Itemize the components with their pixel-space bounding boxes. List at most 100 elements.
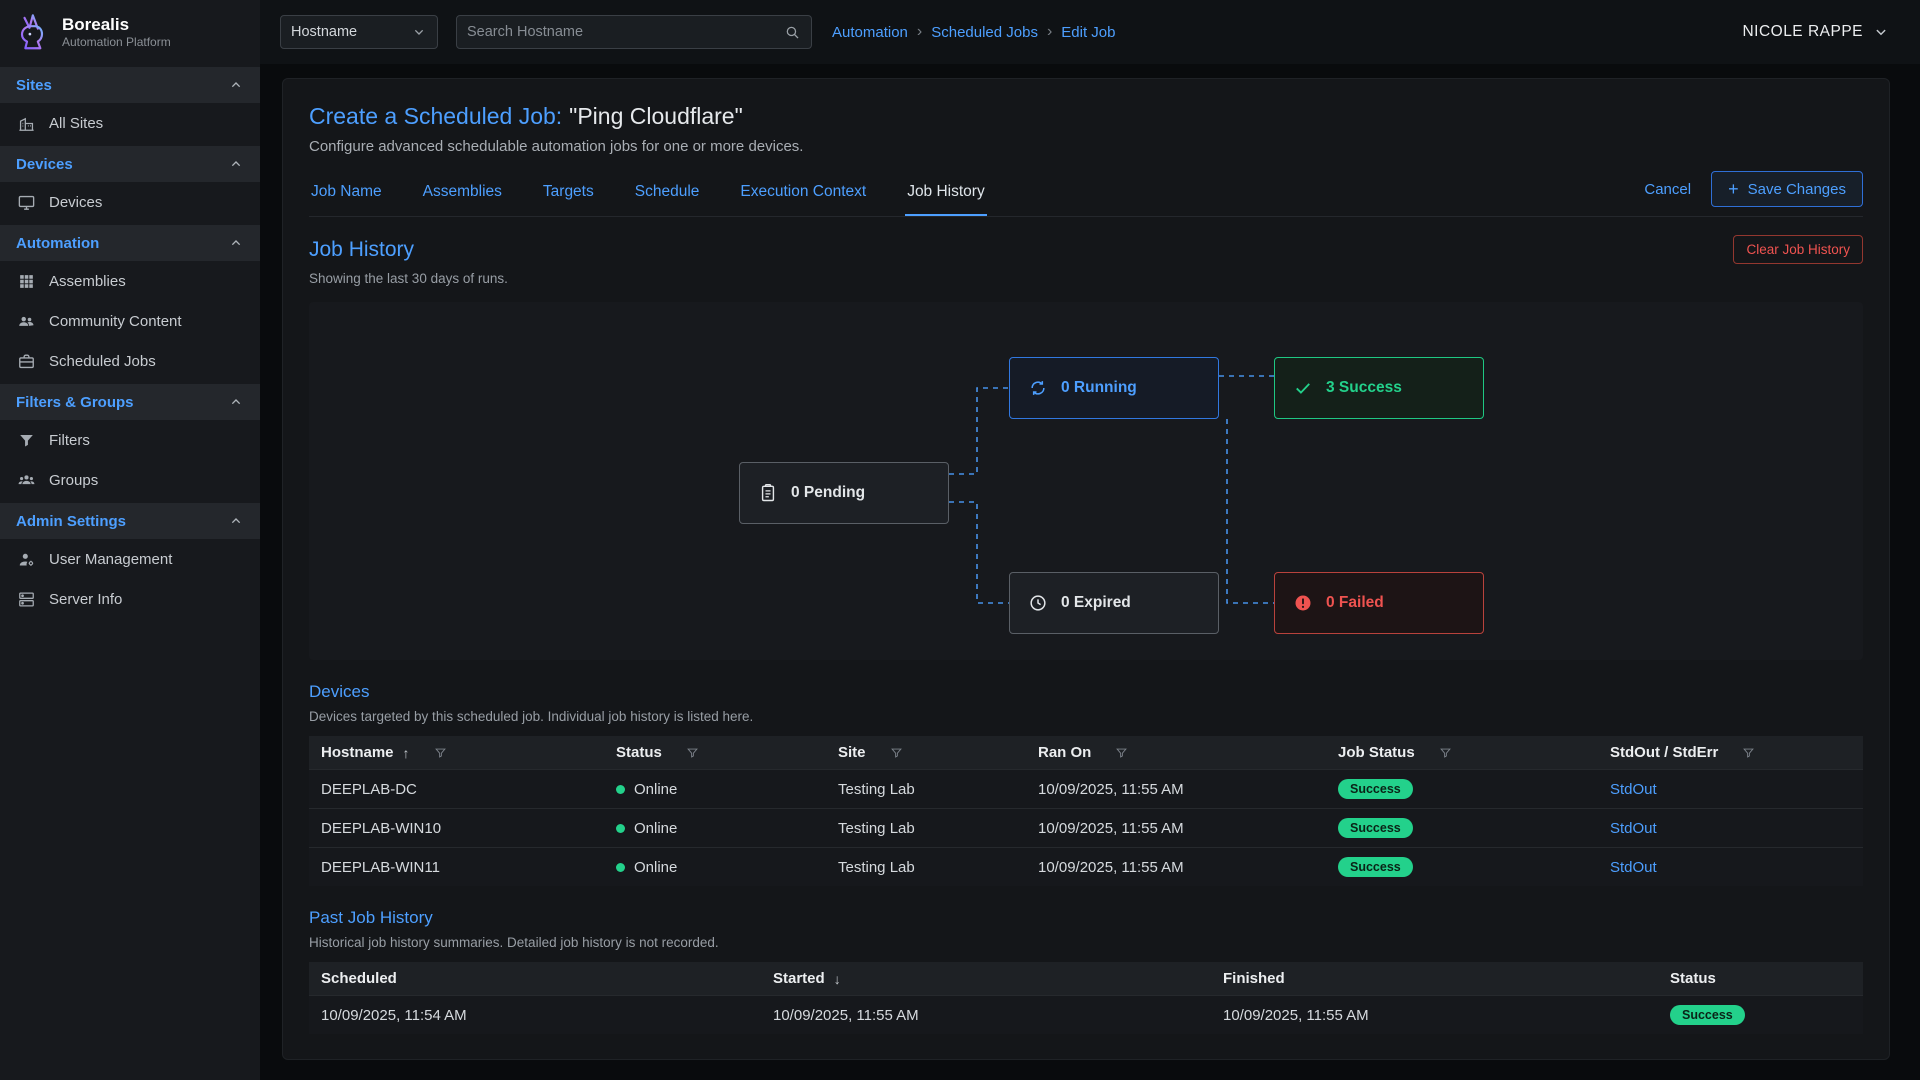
status-text: Online <box>634 859 677 876</box>
column-filter-icon[interactable] <box>685 745 700 760</box>
column-filter-icon[interactable] <box>1114 745 1129 760</box>
flow-node-success[interactable]: 3 Success <box>1274 357 1484 419</box>
column-header-job-status[interactable]: Job Status <box>1326 736 1598 770</box>
column-filter-icon[interactable] <box>433 745 448 760</box>
sidebar-item-user-management[interactable]: User Management <box>0 539 260 579</box>
flow-node-expired[interactable]: 0 Expired <box>1009 572 1219 634</box>
sidebar-section-filters-groups[interactable]: Filters & Groups <box>0 384 260 420</box>
edit-job-panel: Create a Scheduled Job:"Ping Cloudflare"… <box>282 78 1890 1060</box>
column-label: Hostname <box>321 744 394 761</box>
sort-descending-icon[interactable]: ↓ <box>834 971 841 987</box>
tab-targets[interactable]: Targets <box>541 173 596 216</box>
column-filter-icon[interactable] <box>1741 745 1756 760</box>
cell-site: Testing Lab <box>826 809 1026 848</box>
groups-icon <box>17 471 36 490</box>
hostname-select-value: Hostname <box>291 24 357 40</box>
cell-site: Testing Lab <box>826 848 1026 887</box>
tab-job-history[interactable]: Job History <box>905 173 987 216</box>
sidebar-item-label: All Sites <box>49 115 103 132</box>
table-row[interactable]: 10/09/2025, 11:54 AM 10/09/2025, 11:55 A… <box>309 996 1863 1035</box>
sidebar-item-scheduled-jobs[interactable]: Scheduled Jobs <box>0 341 260 381</box>
breadcrumb-edit-job[interactable]: Edit Job <box>1061 24 1115 41</box>
column-header-finished[interactable]: Finished <box>1211 962 1658 996</box>
save-changes-label: Save Changes <box>1748 181 1846 198</box>
column-header-scheduled[interactable]: Scheduled <box>309 962 761 996</box>
chevron-up-icon <box>228 156 244 172</box>
column-header-status[interactable]: Status <box>604 736 826 770</box>
tab-job-name[interactable]: Job Name <box>309 173 384 216</box>
flow-node-failed[interactable]: 0 Failed <box>1274 572 1484 634</box>
column-label: Ran On <box>1038 744 1091 761</box>
sidebar-item-groups[interactable]: Groups <box>0 460 260 500</box>
tab-execution-context[interactable]: Execution Context <box>738 173 868 216</box>
briefcase-icon <box>17 352 36 371</box>
chevron-down-icon <box>411 24 427 40</box>
table-row[interactable]: DEEPLAB-WIN11 Online Testing Lab 10/09/2… <box>309 848 1863 887</box>
page-content: Create a Scheduled Job:"Ping Cloudflare"… <box>260 64 1920 1080</box>
sidebar-section-devices[interactable]: Devices <box>0 146 260 182</box>
cell-ran-on: 10/09/2025, 11:55 AM <box>1026 848 1326 887</box>
flow-node-label: 0 Pending <box>791 484 865 502</box>
column-header-started[interactable]: Started↓ <box>761 962 1211 996</box>
page-title-prefix: Create a Scheduled Job: <box>309 103 562 129</box>
sidebar-item-all-sites[interactable]: All Sites <box>0 103 260 143</box>
sidebar-item-community-content[interactable]: Community Content <box>0 301 260 341</box>
column-header-hostname[interactable]: Hostname ↑ <box>309 736 604 770</box>
sidebar-item-assemblies[interactable]: Assemblies <box>0 261 260 301</box>
table-row[interactable]: DEEPLAB-DC Online Testing Lab 10/09/2025… <box>309 770 1863 809</box>
server-icon <box>17 590 36 609</box>
devices-subtext: Devices targeted by this scheduled job. … <box>309 709 1863 724</box>
sort-ascending-icon[interactable]: ↑ <box>403 745 410 761</box>
flow-node-pending[interactable]: 0 Pending <box>739 462 949 524</box>
sidebar-item-label: User Management <box>49 551 172 568</box>
hostname-searchbox <box>456 15 812 49</box>
sidebar-item-devices[interactable]: Devices <box>0 182 260 222</box>
column-filter-icon[interactable] <box>889 745 904 760</box>
table-row[interactable]: DEEPLAB-WIN10 Online Testing Lab 10/09/2… <box>309 809 1863 848</box>
sidebar-item-label: Assemblies <box>49 273 126 290</box>
status-badge: Success <box>1338 779 1413 799</box>
sidebar-item-label: Devices <box>49 194 102 211</box>
plus-icon: + <box>1728 180 1739 198</box>
cancel-button[interactable]: Cancel <box>1644 181 1691 198</box>
topbar: Hostname Automation › Scheduled Jobs › E… <box>260 0 1920 64</box>
sidebar-section-label: Sites <box>16 77 52 94</box>
sidebar-section-sites[interactable]: Sites <box>0 67 260 103</box>
hostname-select[interactable]: Hostname <box>280 15 438 49</box>
sidebar-item-server-info[interactable]: Server Info <box>0 579 260 619</box>
cell-ran-on: 10/09/2025, 11:55 AM <box>1026 809 1326 848</box>
column-label: Scheduled <box>321 970 397 987</box>
sidebar-item-label: Groups <box>49 472 98 489</box>
column-filter-icon[interactable] <box>1438 745 1453 760</box>
cell-job-status: Success <box>1326 770 1598 809</box>
job-history-section-head: Job History Clear Job History <box>309 235 1863 264</box>
tab-schedule[interactable]: Schedule <box>633 173 702 216</box>
column-header-site[interactable]: Site <box>826 736 1026 770</box>
column-header-ran-on[interactable]: Ran On <box>1026 736 1326 770</box>
clear-job-history-button[interactable]: Clear Job History <box>1733 235 1863 264</box>
sidebar-section-admin-settings[interactable]: Admin Settings <box>0 503 260 539</box>
column-header-stdout-stderr[interactable]: StdOut / StdErr <box>1598 736 1863 770</box>
sidebar-item-label: Server Info <box>49 591 122 608</box>
search-input[interactable] <box>467 24 776 40</box>
breadcrumb-scheduled-jobs[interactable]: Scheduled Jobs <box>931 24 1038 41</box>
stdout-link[interactable]: StdOut <box>1610 781 1657 798</box>
save-changes-button[interactable]: + Save Changes <box>1711 171 1863 207</box>
status-text: Online <box>634 820 677 837</box>
search-icon[interactable] <box>784 24 801 41</box>
stdout-link[interactable]: StdOut <box>1610 859 1657 876</box>
status-text: Online <box>634 781 677 798</box>
column-label: Site <box>838 744 866 761</box>
sidebar-section-automation[interactable]: Automation <box>0 225 260 261</box>
breadcrumb-automation[interactable]: Automation <box>832 24 908 41</box>
cell-hostname: DEEPLAB-WIN10 <box>309 809 604 848</box>
tab-bar: Job Name Assemblies Targets Schedule Exe… <box>309 173 987 216</box>
flow-node-running[interactable]: 0 Running <box>1009 357 1219 419</box>
sidebar-section-label: Filters & Groups <box>16 394 134 411</box>
column-header-status[interactable]: Status <box>1658 962 1863 996</box>
user-menu[interactable]: NICOLE RAPPE <box>1742 23 1890 41</box>
tab-assemblies[interactable]: Assemblies <box>421 173 504 216</box>
sidebar-item-filters[interactable]: Filters <box>0 420 260 460</box>
stdout-link[interactable]: StdOut <box>1610 820 1657 837</box>
brand-name: Borealis <box>62 15 171 35</box>
